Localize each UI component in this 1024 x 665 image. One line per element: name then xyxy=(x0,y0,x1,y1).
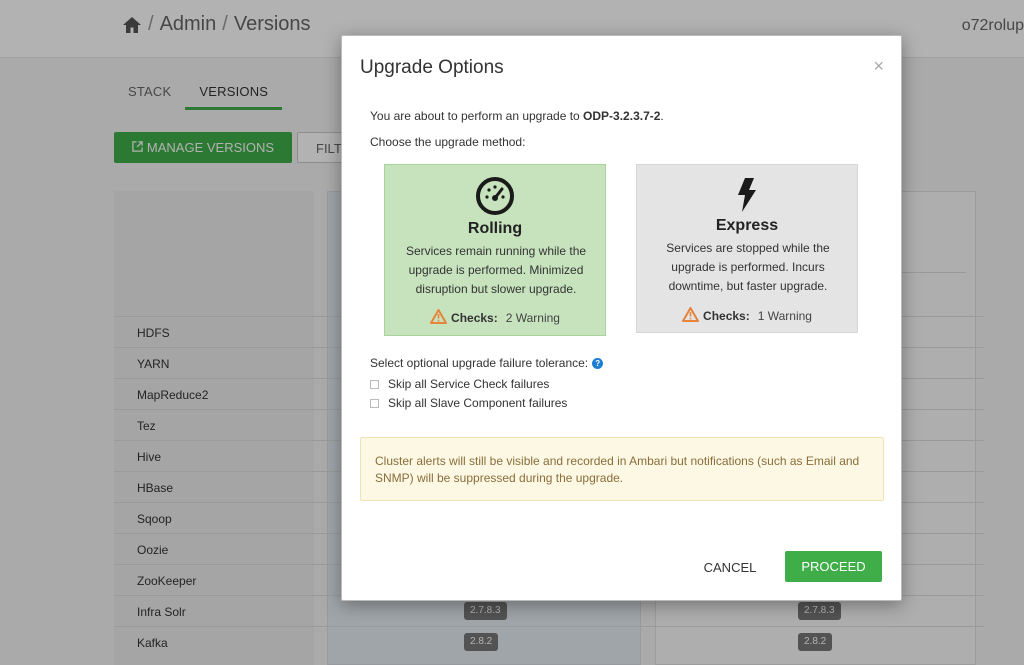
warning-icon xyxy=(430,309,448,327)
target-version: ODP-3.2.3.7-2 xyxy=(583,109,661,123)
dialog-title: Upgrade Options xyxy=(360,57,504,78)
upgrade-intro-text: You are about to perform an upgrade to O… xyxy=(370,109,664,123)
checks-label: Checks: xyxy=(451,311,498,325)
speedometer-icon xyxy=(475,176,515,221)
checks-value: 1 Warning xyxy=(757,309,812,323)
choose-method-label: Choose the upgrade method: xyxy=(370,135,526,149)
rolling-description: Services remain running while the upgrad… xyxy=(405,244,587,296)
help-icon[interactable]: ? xyxy=(592,357,604,369)
rolling-upgrade-option[interactable]: Rolling Services remain running while th… xyxy=(384,164,606,336)
proceed-button[interactable]: PROCEED xyxy=(785,551,882,582)
express-upgrade-option[interactable]: Express Services are stopped while the u… xyxy=(636,164,858,333)
lightning-icon xyxy=(735,177,759,218)
upgrade-options-dialog: Upgrade Options × You are about to perfo… xyxy=(341,35,902,601)
express-checks[interactable]: Checks: 1 Warning xyxy=(637,307,857,325)
checks-label: Checks: xyxy=(703,309,750,323)
skip-slave-component-label: Skip all Slave Component failures xyxy=(388,396,568,410)
skip-service-check-label: Skip all Service Check failures xyxy=(388,377,550,391)
skip-service-check-checkbox[interactable] xyxy=(370,379,379,389)
rolling-checks[interactable]: Checks: 2 Warning xyxy=(385,309,605,327)
notification-alert: Cluster alerts will still be visible and… xyxy=(360,437,884,501)
express-title: Express xyxy=(715,217,779,234)
close-icon[interactable]: × xyxy=(873,56,884,77)
skip-slave-component-checkbox[interactable] xyxy=(370,398,379,408)
rolling-title: Rolling xyxy=(467,220,523,237)
warning-icon xyxy=(682,307,700,325)
failure-tolerance-label: Select optional upgrade failure toleranc… xyxy=(370,356,604,370)
intro-prefix: You are about to perform an upgrade to xyxy=(370,109,584,123)
skip-service-check-option[interactable]: Skip all Service Check failures xyxy=(370,377,549,391)
checks-value: 2 Warning xyxy=(505,311,560,325)
cancel-button[interactable]: CANCEL xyxy=(693,552,767,583)
intro-suffix: . xyxy=(660,109,664,123)
skip-slave-component-option[interactable]: Skip all Slave Component failures xyxy=(370,396,567,410)
express-description: Services are stopped while the upgrade i… xyxy=(666,241,830,293)
failure-tolerance-text: Select optional upgrade failure toleranc… xyxy=(370,356,589,370)
